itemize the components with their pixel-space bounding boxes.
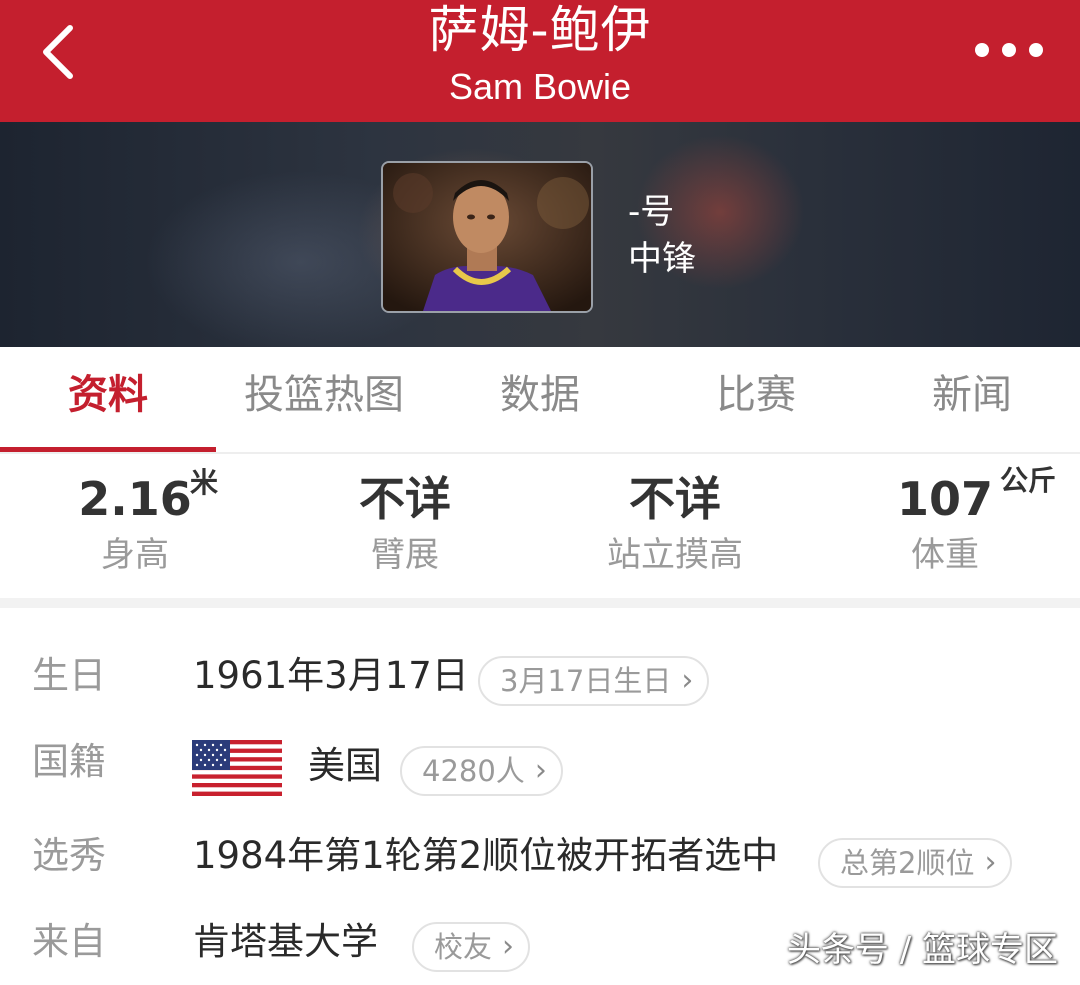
tab-bar: 资料 投篮热图 数据 比赛 新闻 [0,347,1080,454]
nationality-pill-button[interactable]: 4280人 › [400,746,563,796]
player-photo [381,161,593,313]
chevron-right-icon: › [681,663,694,698]
stat-value: 不详 [359,472,451,526]
stat-weight: 107 公斤 体重 [810,454,1080,598]
watermark: 头条号 / 篮球专区 [786,930,1058,970]
draft-pill-button[interactable]: 总第2顺位 › [818,838,1013,888]
tab-stats[interactable]: 数据 [432,347,648,447]
college-pill-button[interactable]: 校友 › [412,922,531,972]
college-value: 肯塔基大学 [193,920,378,963]
stat-wingspan: 不详 臂展 [270,454,540,598]
player-position: 中锋 [628,239,696,279]
more-button[interactable] [974,30,1044,70]
pill-label: 总第2顺位 [840,846,975,880]
body-stats: 2.16 米 身高 不详 臂展 不详 站立摸高 107 公斤 体重 [0,454,1080,598]
active-tab-indicator [0,447,216,452]
nationality-label: 国籍 [32,740,106,783]
tab-shot-chart[interactable]: 投篮热图 [216,347,432,447]
stat-label: 站立摸高 [607,535,743,575]
birthday-pill-button[interactable]: 3月17日生日 › [478,656,710,706]
college-label: 来自 [32,920,106,963]
birthday-label: 生日 [32,654,106,697]
stat-unit: 米 [190,466,219,499]
stat-label: 体重 [911,535,979,575]
draft-label: 选秀 [32,834,106,877]
player-banner: -号 中锋 [0,122,1080,347]
chevron-right-icon: › [502,929,515,964]
more-dots-icon [975,43,1043,57]
pill-label: 校友 [434,930,493,964]
stat-unit: 公斤 [1000,464,1057,497]
nationality-value: 美国 [308,744,382,787]
chevron-right-icon: › [534,753,547,788]
stat-label: 身高 [101,535,169,575]
stat-value: 不详 [629,472,721,526]
jersey-number: -号 [628,192,675,232]
tab-profile[interactable]: 资料 [0,347,216,447]
birthday-value: 1961年3月17日 [193,654,469,697]
player-name-en: Sam Bowie [448,66,632,107]
stat-label: 臂展 [371,535,439,575]
stat-height: 2.16 米 身高 [0,454,270,598]
us-flag-icon [192,740,282,796]
top-bar: 萨姆-鲍伊 Sam Bowie [0,0,1080,122]
tab-games[interactable]: 比赛 [648,347,864,447]
stat-standing-reach: 不详 站立摸高 [540,454,810,598]
section-divider [0,598,1080,608]
player-name-cn: 萨姆-鲍伊 [428,1,652,59]
tab-news[interactable]: 新闻 [864,347,1080,447]
pill-label: 3月17日生日 [500,664,672,698]
chevron-right-icon: › [984,845,997,880]
stat-value: 2.16 [78,472,192,526]
draft-value: 1984年第1轮第2顺位被开拓者选中 [193,834,779,877]
pill-label: 4280人 [422,754,525,788]
